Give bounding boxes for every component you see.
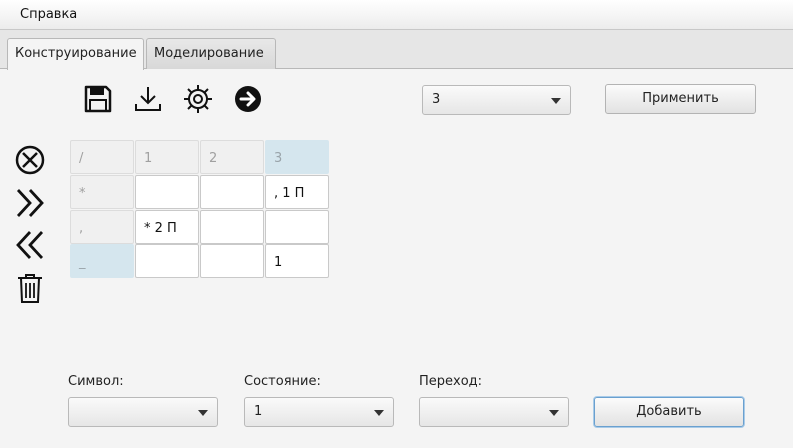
table-cell[interactable]: , 1 П bbox=[265, 175, 329, 209]
table-row-header: * bbox=[70, 175, 134, 209]
state-select-value: 1 bbox=[254, 404, 263, 419]
table-cell[interactable]: 1 bbox=[265, 244, 329, 278]
table-corner: / bbox=[70, 140, 134, 174]
apply-button[interactable]: Применить bbox=[605, 84, 756, 114]
state-label: Состояние: bbox=[244, 374, 321, 389]
save-icon[interactable] bbox=[81, 82, 115, 116]
table-column-header: 1 bbox=[135, 140, 199, 174]
shift-right-icon[interactable] bbox=[12, 185, 48, 221]
table-cell[interactable] bbox=[200, 244, 264, 278]
table-column-header: 2 bbox=[200, 140, 264, 174]
state-count-value: 3 bbox=[432, 92, 441, 107]
menu-bar: Справка bbox=[0, 0, 793, 30]
table-row-header: , bbox=[70, 210, 134, 244]
table-cell[interactable] bbox=[135, 244, 199, 278]
chevron-down-icon bbox=[198, 410, 208, 416]
transition-select[interactable] bbox=[419, 397, 569, 427]
symbol-label: Символ: bbox=[68, 374, 124, 389]
cancel-circle-icon[interactable] bbox=[12, 142, 48, 178]
transition-label: Переход: bbox=[419, 374, 483, 389]
tab-strip: Конструирование Моделирование bbox=[0, 30, 793, 70]
table-cell[interactable] bbox=[265, 210, 329, 244]
chevron-down-icon bbox=[374, 410, 384, 416]
menu-help[interactable]: Справка bbox=[12, 7, 85, 22]
tab-construction[interactable]: Конструирование bbox=[7, 38, 144, 70]
symbol-select[interactable] bbox=[68, 397, 218, 427]
tab-modeling[interactable]: Моделирование bbox=[146, 38, 276, 69]
arrow-right-circle-icon[interactable] bbox=[231, 82, 265, 116]
table-cell[interactable] bbox=[200, 210, 264, 244]
table-row-header: _ bbox=[70, 244, 134, 278]
table-cell[interactable] bbox=[200, 175, 264, 209]
add-button[interactable]: Добавить bbox=[594, 397, 744, 427]
state-select[interactable]: 1 bbox=[244, 397, 394, 427]
trash-icon[interactable] bbox=[12, 270, 48, 306]
chevron-down-icon bbox=[551, 98, 561, 104]
table-column-header: 3 bbox=[265, 140, 329, 174]
shift-left-icon[interactable] bbox=[12, 227, 48, 263]
download-icon[interactable] bbox=[131, 82, 165, 116]
chevron-down-icon bbox=[549, 410, 559, 416]
table-cell[interactable] bbox=[135, 175, 199, 209]
state-count-select[interactable]: 3 bbox=[422, 85, 571, 115]
table-cell[interactable]: * 2 П bbox=[135, 210, 199, 244]
gear-icon[interactable] bbox=[181, 82, 215, 116]
